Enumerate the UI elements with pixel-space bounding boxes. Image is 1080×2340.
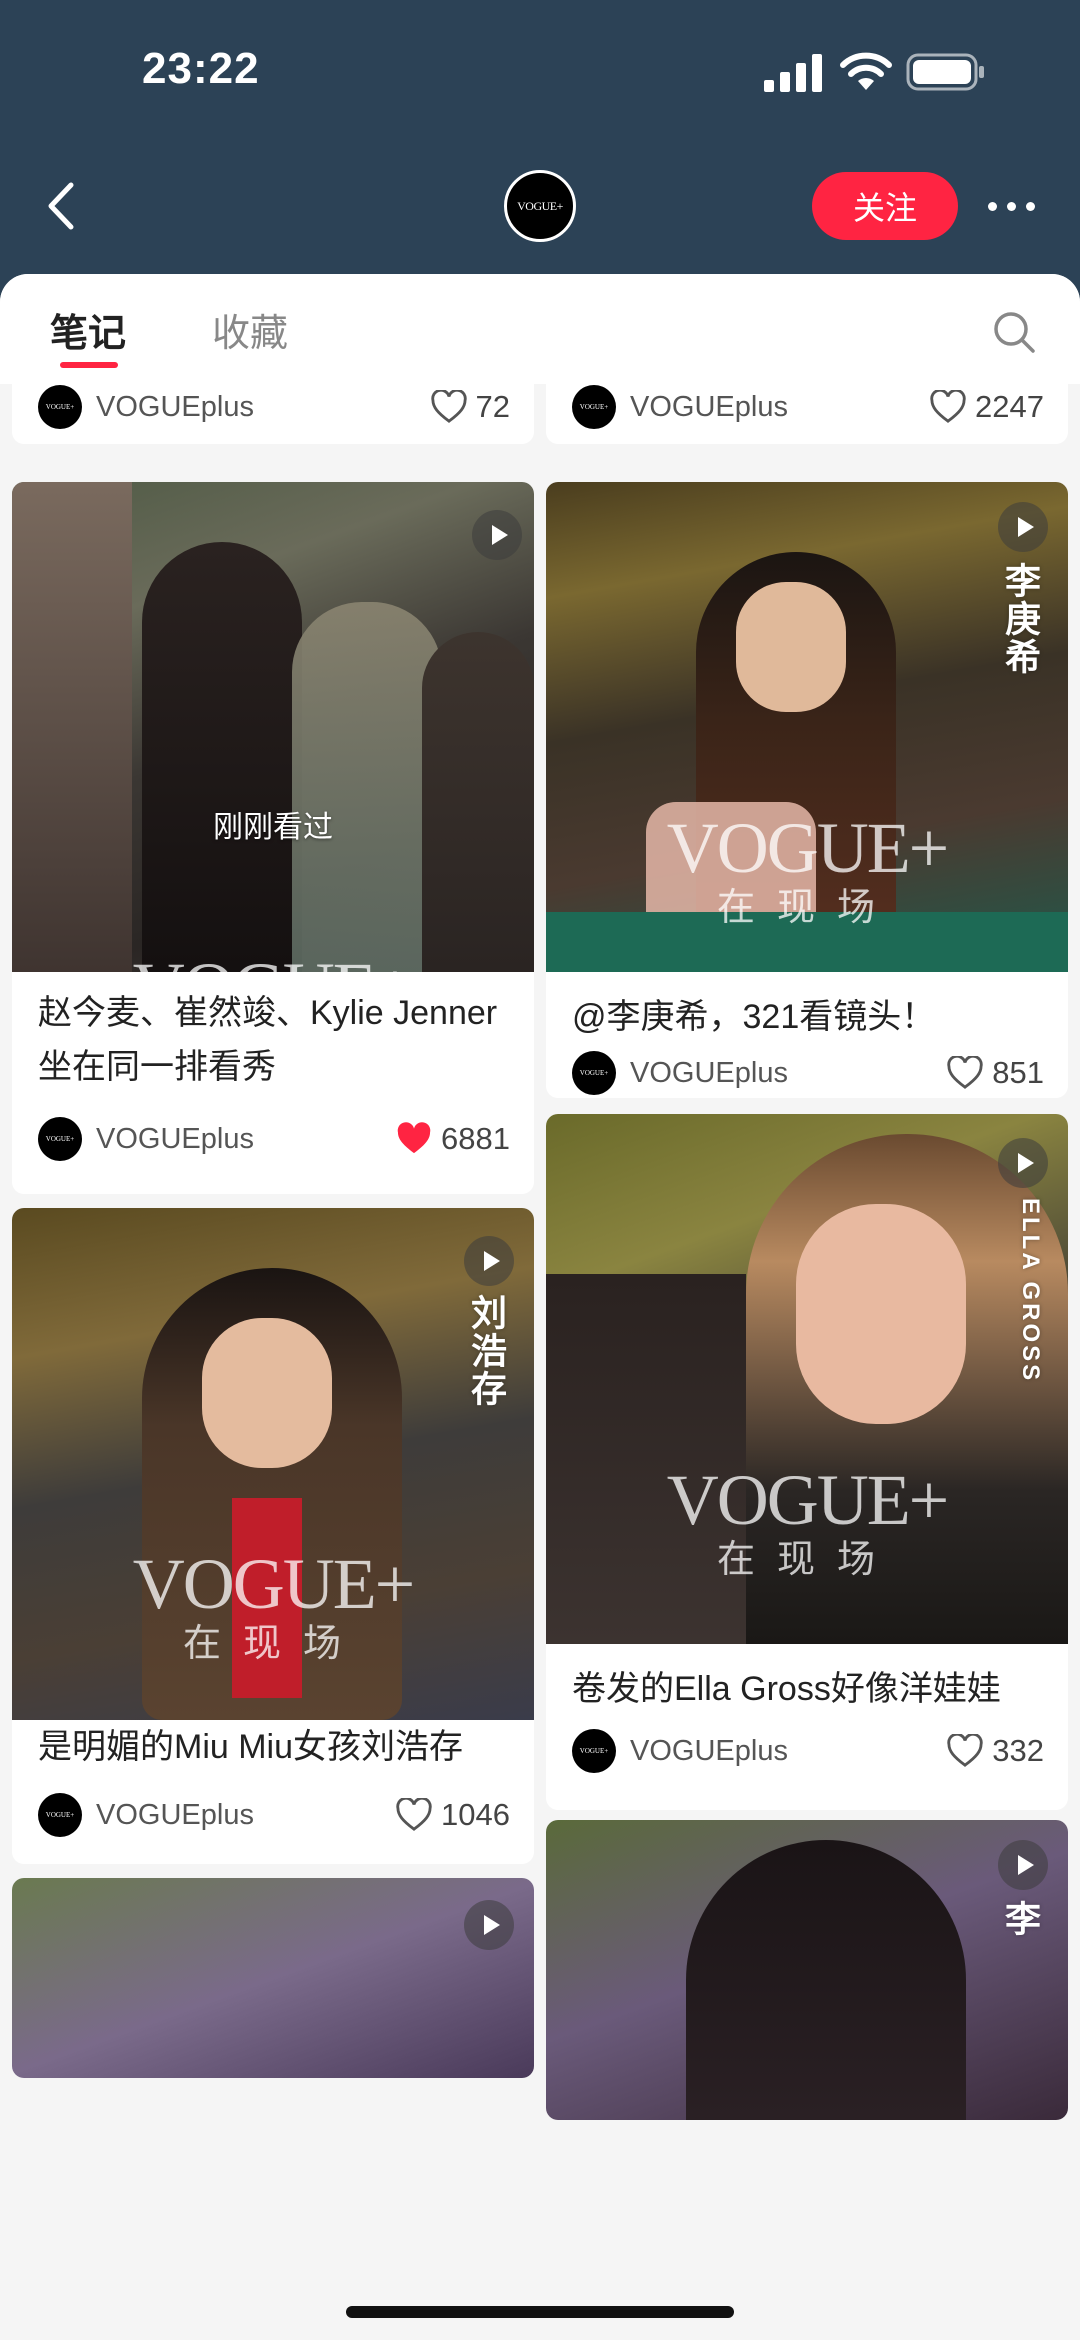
celebrity-name-overlay: 李庚希 bbox=[1000, 562, 1041, 676]
vogue-watermark: VOGUE+ 在现场 bbox=[546, 812, 1068, 930]
avatar-logo-text: VOGUE+ bbox=[579, 1069, 609, 1077]
heart-outline-icon[interactable] bbox=[946, 1734, 984, 1768]
avatar-logo-text: VOGUE+ bbox=[517, 198, 563, 213]
author-row: VOGUE+ VOGUEplus 332 bbox=[572, 1728, 1044, 1774]
battery-icon bbox=[906, 53, 984, 91]
author-row: VOGUE+ VOGUEplus 72 bbox=[38, 384, 510, 430]
tab-notes[interactable]: 笔记 bbox=[50, 302, 126, 357]
watermark-subtitle: 在现场 bbox=[182, 1623, 363, 1665]
author-avatar[interactable]: VOGUE+ bbox=[572, 385, 616, 429]
card-title: 赵今麦、崔然竣、Kylie Jenner坐在同一排看秀 bbox=[38, 994, 498, 1086]
card-cover-image[interactable]: 李 bbox=[546, 1820, 1068, 2120]
vogue-watermark: VOGUE+ 在现场 bbox=[546, 1464, 1068, 1582]
avatar-logo-text: VOGUE+ bbox=[45, 403, 75, 411]
author-row: VOGUE+ VOGUEplus 2247 bbox=[572, 384, 1044, 430]
author-name: VOGUEplus bbox=[96, 1122, 254, 1155]
heart-outline-icon[interactable] bbox=[395, 1798, 433, 1832]
status-bar: 23:22 bbox=[0, 0, 1080, 150]
profile-header: VOGUE+ 关注 bbox=[0, 150, 1080, 274]
content-sheet: VOGUE+ VOGUEplus 72 VOGUE+ VOGUEplus 224… bbox=[0, 274, 1080, 2340]
card-title: 是明媚的Miu Miu女孩刘浩存 bbox=[38, 1728, 464, 1766]
avatar-logo-text: VOGUE+ bbox=[579, 403, 609, 411]
author-avatar[interactable]: VOGUE+ bbox=[572, 1051, 616, 1095]
heart-filled-icon[interactable] bbox=[395, 1122, 433, 1156]
video-play-icon bbox=[472, 510, 522, 560]
author-row: VOGUE+ VOGUEplus 851 bbox=[572, 1050, 1044, 1096]
recently-viewed-label: 刚刚看过 bbox=[213, 811, 333, 844]
author-avatar[interactable]: VOGUE+ bbox=[38, 385, 82, 429]
note-card[interactable] bbox=[12, 1878, 534, 2078]
watermark-subtitle: 在现场 bbox=[716, 1539, 897, 1581]
author-row: VOGUE+ VOGUEplus 1046 bbox=[38, 1792, 510, 1838]
like-count: 72 bbox=[475, 389, 510, 424]
like-count: 6881 bbox=[441, 1121, 510, 1156]
card-cover-image[interactable] bbox=[12, 1878, 534, 2078]
chevron-left-icon bbox=[48, 182, 74, 230]
celebrity-name-overlay: 刘浩存 bbox=[466, 1294, 507, 1408]
search-icon[interactable] bbox=[990, 308, 1038, 356]
author-name: VOGUEplus bbox=[630, 1056, 788, 1089]
active-tab-indicator bbox=[60, 362, 118, 368]
avatar-logo-text: VOGUE+ bbox=[45, 1811, 75, 1819]
card-title: @李庚希，321看镜头！ bbox=[572, 998, 936, 1036]
card-title: 卷发的Ella Gross好像洋娃娃 bbox=[572, 1670, 1001, 1708]
like-count: 2247 bbox=[975, 389, 1044, 424]
video-play-icon bbox=[464, 1900, 514, 1950]
tab-collections[interactable]: 收藏 bbox=[212, 302, 288, 357]
avatar-logo-text: VOGUE+ bbox=[579, 1747, 609, 1755]
author-name: VOGUEplus bbox=[630, 390, 788, 423]
card-cover-image[interactable]: 李庚希 VOGUE+ 在现场 bbox=[546, 482, 1068, 972]
heart-outline-icon[interactable] bbox=[430, 390, 468, 424]
video-play-icon bbox=[998, 1840, 1048, 1890]
wifi-icon bbox=[840, 52, 892, 90]
heart-outline-icon[interactable] bbox=[929, 390, 967, 424]
card-cover-image[interactable]: 刘浩存 VOGUE+ 在现场 bbox=[12, 1208, 534, 1720]
like-count: 332 bbox=[992, 1733, 1044, 1768]
card-cover-image[interactable]: ELLA GROSS VOGUE+ 在现场 bbox=[546, 1114, 1068, 1644]
video-play-icon bbox=[998, 1138, 1048, 1188]
note-card[interactable]: 刘浩存 VOGUE+ 在现场 是明媚的Miu Miu女孩刘浩存 VOGUE+ V… bbox=[12, 1208, 534, 1864]
author-name: VOGUEplus bbox=[96, 1798, 254, 1831]
video-play-icon bbox=[464, 1236, 514, 1286]
watermark-logo: VOGUE+ bbox=[666, 808, 950, 888]
author-name: VOGUEplus bbox=[630, 1734, 788, 1767]
note-card[interactable]: 刚刚看过 VOGUE+ 赵今麦、崔然竣、Kylie Jenner坐在同一排看秀 … bbox=[12, 482, 534, 1194]
cellular-signal-icon bbox=[764, 54, 822, 92]
watermark-logo: VOGUE+ bbox=[132, 1544, 416, 1624]
status-time: 23:22 bbox=[142, 44, 260, 93]
note-card[interactable]: ELLA GROSS VOGUE+ 在现场 卷发的Ella Gross好像洋娃娃… bbox=[546, 1114, 1068, 1810]
follow-button[interactable]: 关注 bbox=[812, 172, 958, 240]
card-cover-image[interactable]: 刚刚看过 VOGUE+ bbox=[12, 482, 534, 972]
note-card[interactable]: 李庚希 VOGUE+ 在现场 @李庚希，321看镜头！ VOGUE+ VOGUE… bbox=[546, 482, 1068, 1098]
profile-avatar[interactable]: VOGUE+ bbox=[504, 170, 576, 242]
more-options-button[interactable] bbox=[976, 184, 1046, 228]
celebrity-name-overlay: 李 bbox=[1000, 1900, 1041, 1938]
more-dot-icon bbox=[1006, 201, 1016, 211]
home-indicator[interactable] bbox=[346, 2306, 734, 2318]
watermark-subtitle: 在现场 bbox=[716, 887, 897, 929]
back-button[interactable] bbox=[28, 174, 92, 238]
author-row: VOGUE+ VOGUEplus 6881 bbox=[38, 1116, 510, 1162]
heart-outline-icon[interactable] bbox=[946, 1056, 984, 1090]
video-play-icon bbox=[998, 502, 1048, 552]
like-count: 1046 bbox=[441, 1797, 510, 1832]
author-avatar[interactable]: VOGUE+ bbox=[38, 1117, 82, 1161]
vogue-watermark: VOGUE+ 在现场 bbox=[12, 1548, 534, 1666]
author-avatar[interactable]: VOGUE+ bbox=[572, 1729, 616, 1773]
vogue-watermark: VOGUE+ bbox=[12, 952, 534, 972]
author-avatar[interactable]: VOGUE+ bbox=[38, 1793, 82, 1837]
avatar-logo-text: VOGUE+ bbox=[45, 1135, 75, 1143]
like-count: 851 bbox=[992, 1055, 1044, 1090]
author-name: VOGUEplus bbox=[96, 390, 254, 423]
celebrity-name-overlay: ELLA GROSS bbox=[1017, 1198, 1044, 1384]
profile-tabs: 笔记 收藏 bbox=[0, 274, 1080, 384]
note-card[interactable]: 李 bbox=[546, 1820, 1068, 2120]
watermark-logo: VOGUE+ bbox=[666, 1460, 950, 1540]
more-dot-icon bbox=[987, 201, 997, 211]
more-dot-icon bbox=[1025, 201, 1035, 211]
watermark-logo: VOGUE+ bbox=[12, 952, 534, 972]
